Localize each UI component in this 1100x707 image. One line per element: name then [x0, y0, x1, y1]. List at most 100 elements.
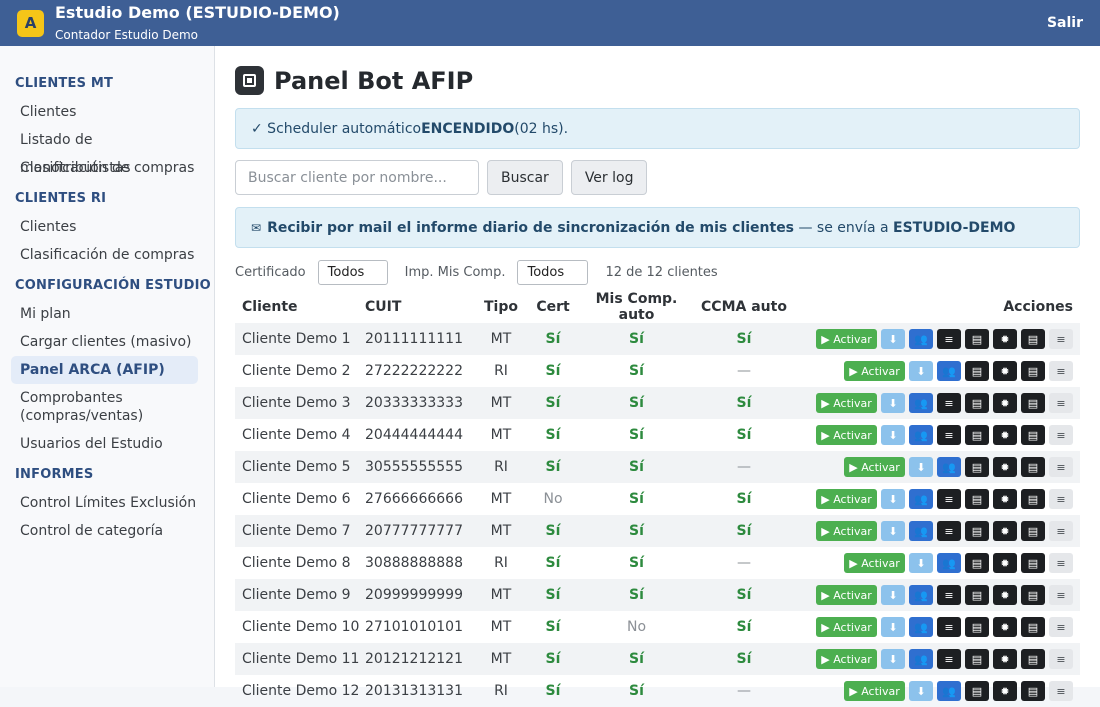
page-icon[interactable]: ▤ [1021, 361, 1045, 381]
document-icon[interactable]: ▤ [965, 617, 989, 637]
document-icon[interactable]: ▤ [965, 489, 989, 509]
activar-button[interactable]: ▶ Activar [816, 425, 877, 445]
list-icon[interactable]: ≡ [937, 585, 961, 605]
people-icon[interactable]: 👥 [909, 585, 933, 605]
activar-button[interactable]: ▶ Activar [816, 585, 877, 605]
list-icon[interactable]: ≡ [937, 393, 961, 413]
menu-icon[interactable]: ≡ [1049, 521, 1073, 541]
activar-button[interactable]: ▶ Activar [844, 681, 905, 701]
document-icon[interactable]: ▤ [965, 585, 989, 605]
sidebar-item[interactable]: Control de categoría [11, 517, 198, 545]
sun-icon[interactable]: ✹ [993, 393, 1017, 413]
view-log-button[interactable]: Ver log [570, 160, 648, 195]
sun-icon[interactable]: ✹ [993, 457, 1017, 477]
activar-button[interactable]: ▶ Activar [844, 361, 905, 381]
page-icon[interactable]: ▤ [1021, 617, 1045, 637]
sidebar-item[interactable]: Control Límites Exclusión [11, 489, 198, 517]
download-icon[interactable]: ⬇ [881, 489, 905, 509]
menu-icon[interactable]: ≡ [1049, 329, 1073, 349]
download-icon[interactable]: ⬇ [881, 425, 905, 445]
people-icon[interactable]: 👥 [937, 553, 961, 573]
page-icon[interactable]: ▤ [1021, 681, 1045, 701]
page-icon[interactable]: ▤ [1021, 649, 1045, 669]
download-icon[interactable]: ⬇ [909, 553, 933, 573]
search-button[interactable]: Buscar [487, 160, 563, 195]
people-icon[interactable]: 👥 [909, 521, 933, 541]
menu-icon[interactable]: ≡ [1049, 553, 1073, 573]
page-icon[interactable]: ▤ [1021, 553, 1045, 573]
list-icon[interactable]: ≡ [937, 329, 961, 349]
cert-filter-select[interactable]: Todos [317, 260, 388, 285]
people-icon[interactable]: 👥 [937, 457, 961, 477]
document-icon[interactable]: ▤ [965, 457, 989, 477]
activar-button[interactable]: ▶ Activar [816, 521, 877, 541]
page-icon[interactable]: ▤ [1021, 489, 1045, 509]
page-icon[interactable]: ▤ [1021, 521, 1045, 541]
sidebar-item[interactable]: Clasificación de compras [11, 154, 198, 182]
document-icon[interactable]: ▤ [965, 681, 989, 701]
sun-icon[interactable]: ✹ [993, 681, 1017, 701]
mail-report-alert[interactable]: ✉ Recibir por mail el informe diario de … [235, 207, 1080, 248]
page-icon[interactable]: ▤ [1021, 329, 1045, 349]
people-icon[interactable]: 👥 [909, 489, 933, 509]
people-icon[interactable]: 👥 [909, 393, 933, 413]
activar-button[interactable]: ▶ Activar [844, 553, 905, 573]
people-icon[interactable]: 👥 [909, 425, 933, 445]
menu-icon[interactable]: ≡ [1049, 425, 1073, 445]
list-icon[interactable]: ≡ [937, 489, 961, 509]
list-icon[interactable]: ≡ [937, 649, 961, 669]
document-icon[interactable]: ▤ [965, 361, 989, 381]
menu-icon[interactable]: ≡ [1049, 617, 1073, 637]
sun-icon[interactable]: ✹ [993, 617, 1017, 637]
document-icon[interactable]: ▤ [965, 553, 989, 573]
activar-button[interactable]: ▶ Activar [816, 393, 877, 413]
page-icon[interactable]: ▤ [1021, 457, 1045, 477]
sun-icon[interactable]: ✹ [993, 585, 1017, 605]
download-icon[interactable]: ⬇ [909, 361, 933, 381]
list-icon[interactable]: ≡ [937, 617, 961, 637]
activar-button[interactable]: ▶ Activar [816, 617, 877, 637]
document-icon[interactable]: ▤ [965, 521, 989, 541]
download-icon[interactable]: ⬇ [881, 329, 905, 349]
people-icon[interactable]: 👥 [909, 649, 933, 669]
document-icon[interactable]: ▤ [965, 649, 989, 669]
people-icon[interactable]: 👥 [909, 617, 933, 637]
page-icon[interactable]: ▤ [1021, 393, 1045, 413]
list-icon[interactable]: ≡ [937, 425, 961, 445]
sidebar-item[interactable]: Mi plan [11, 300, 198, 328]
sun-icon[interactable]: ✹ [993, 521, 1017, 541]
people-icon[interactable]: 👥 [909, 329, 933, 349]
sun-icon[interactable]: ✹ [993, 553, 1017, 573]
menu-icon[interactable]: ≡ [1049, 361, 1073, 381]
page-icon[interactable]: ▤ [1021, 425, 1045, 445]
activar-button[interactable]: ▶ Activar [816, 649, 877, 669]
sidebar-item[interactable]: Usuarios del Estudio [11, 430, 198, 458]
download-icon[interactable]: ⬇ [881, 521, 905, 541]
menu-icon[interactable]: ≡ [1049, 649, 1073, 669]
download-icon[interactable]: ⬇ [881, 393, 905, 413]
sidebar-item[interactable]: Clasificación de compras [11, 241, 198, 269]
sun-icon[interactable]: ✹ [993, 649, 1017, 669]
document-icon[interactable]: ▤ [965, 425, 989, 445]
sidebar-item[interactable]: Comprobantes (compras/ventas) [11, 384, 198, 430]
sun-icon[interactable]: ✹ [993, 425, 1017, 445]
menu-icon[interactable]: ≡ [1049, 585, 1073, 605]
menu-icon[interactable]: ≡ [1049, 393, 1073, 413]
sun-icon[interactable]: ✹ [993, 489, 1017, 509]
people-icon[interactable]: 👥 [937, 681, 961, 701]
sun-icon[interactable]: ✹ [993, 329, 1017, 349]
sun-icon[interactable]: ✹ [993, 361, 1017, 381]
page-icon[interactable]: ▤ [1021, 585, 1045, 605]
sidebar-item[interactable]: Clientes [11, 213, 198, 241]
download-icon[interactable]: ⬇ [881, 617, 905, 637]
menu-icon[interactable]: ≡ [1049, 681, 1073, 701]
download-icon[interactable]: ⬇ [909, 457, 933, 477]
document-icon[interactable]: ▤ [965, 393, 989, 413]
download-icon[interactable]: ⬇ [881, 585, 905, 605]
activar-button[interactable]: ▶ Activar [844, 457, 905, 477]
sidebar-item[interactable]: Listado de monotributistas [11, 126, 198, 176]
activar-button[interactable]: ▶ Activar [816, 329, 877, 349]
people-icon[interactable]: 👥 [937, 361, 961, 381]
search-input[interactable] [235, 160, 479, 195]
activar-button[interactable]: ▶ Activar [816, 489, 877, 509]
